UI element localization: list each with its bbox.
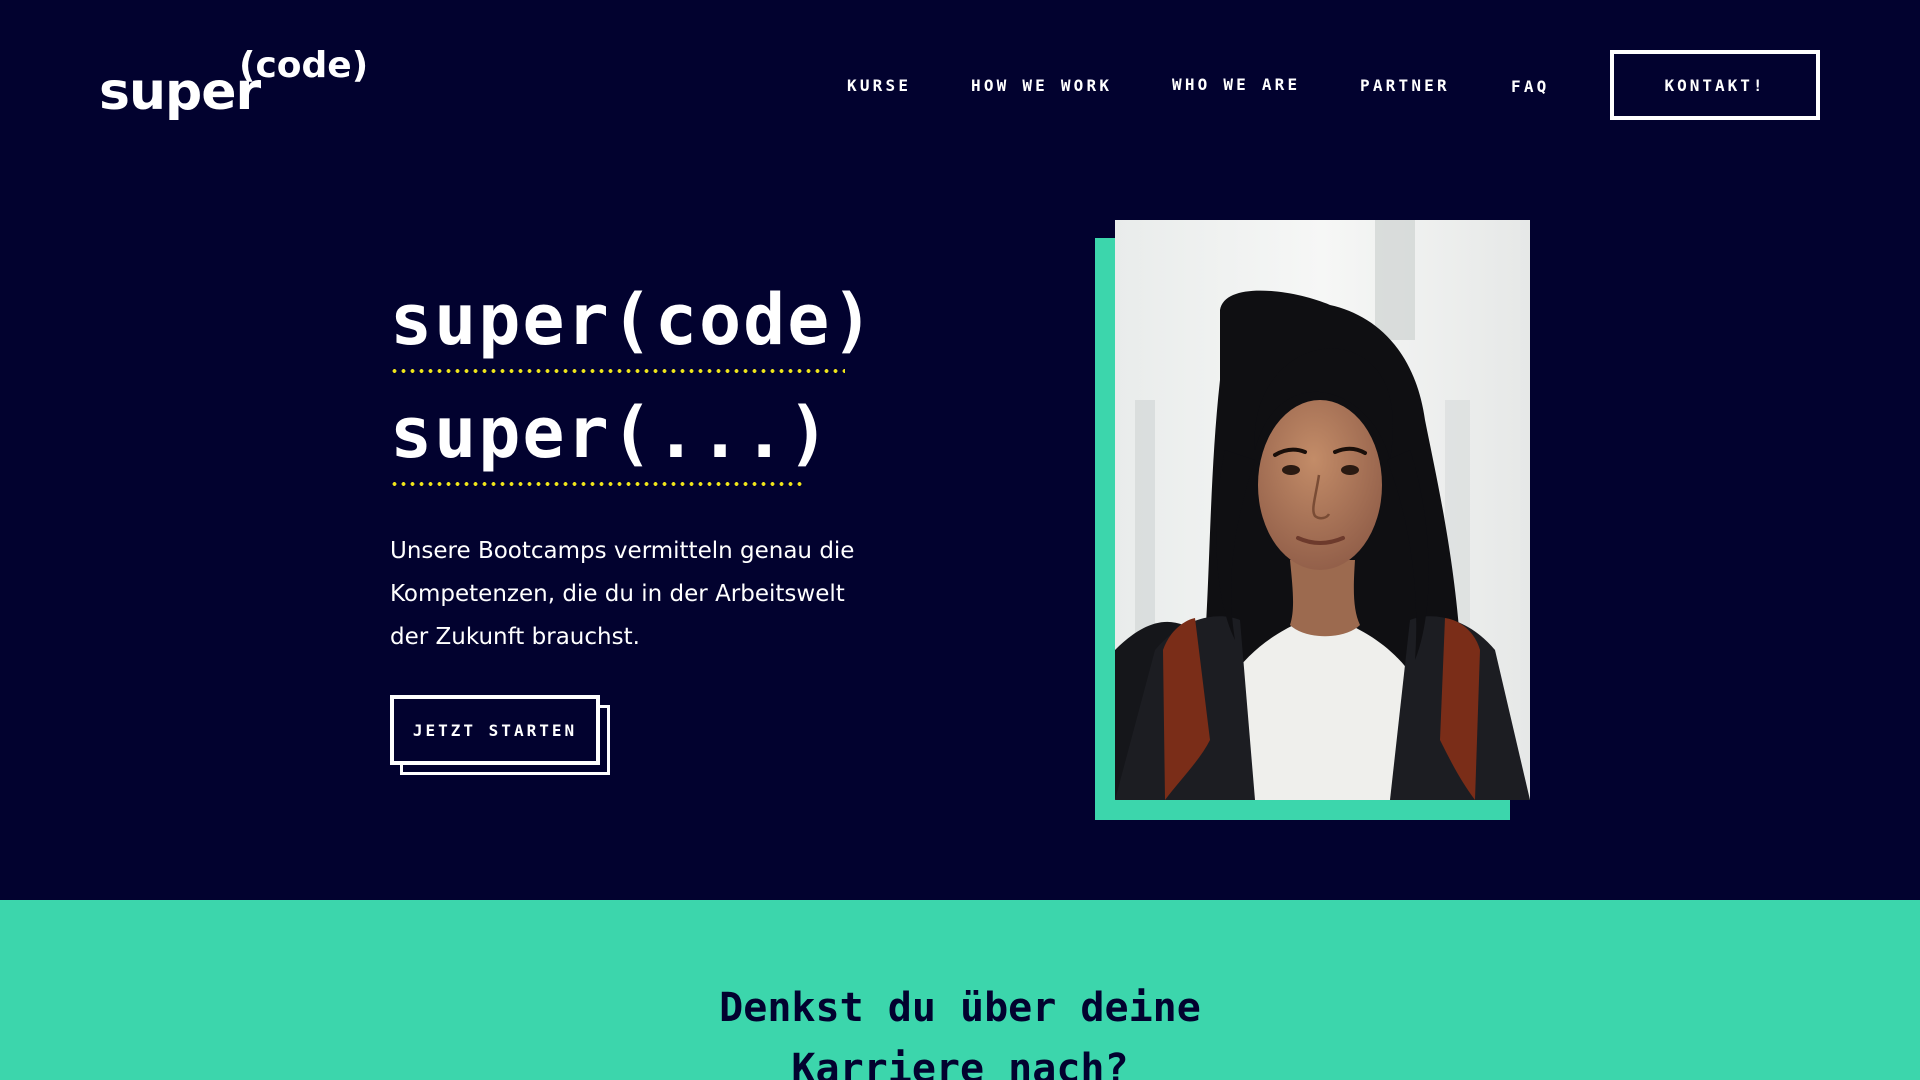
hero-title-line-1: super(code) [390, 279, 876, 361]
nav-link-who-we-are[interactable]: WHO WE ARE [1172, 75, 1300, 94]
nav-link-faq[interactable]: FAQ [1511, 77, 1550, 96]
site-header: super (code) KURSE HOW WE WORK WHO WE AR… [0, 0, 1920, 170]
hero-title-line-2: super(...) [390, 392, 832, 474]
nav-link-partner[interactable]: PARTNER [1360, 76, 1450, 95]
career-heading: Denkst du über deine Karriere nach? [0, 978, 1920, 1080]
hero-title-underline-2 [390, 482, 806, 486]
portrait-photo [1115, 220, 1530, 800]
nav-link-how-we-work[interactable]: HOW WE WORK [971, 76, 1112, 95]
career-heading-line-2: Karriere nach? [791, 1046, 1129, 1080]
career-heading-line-1: Denkst du über deine [719, 985, 1201, 1031]
nav-link-kurse[interactable]: KURSE [847, 76, 911, 95]
hero-description: Unsere Bootcamps vermitteln genau die Ko… [390, 538, 855, 650]
start-now-button[interactable]: JETZT STARTEN [390, 695, 600, 765]
hero-title-underline-1 [390, 369, 845, 373]
portrait-illustration [1115, 220, 1530, 800]
career-section: Denkst du über deine Karriere nach? [0, 900, 1920, 1080]
contact-button[interactable]: KONTAKT! [1610, 50, 1820, 120]
